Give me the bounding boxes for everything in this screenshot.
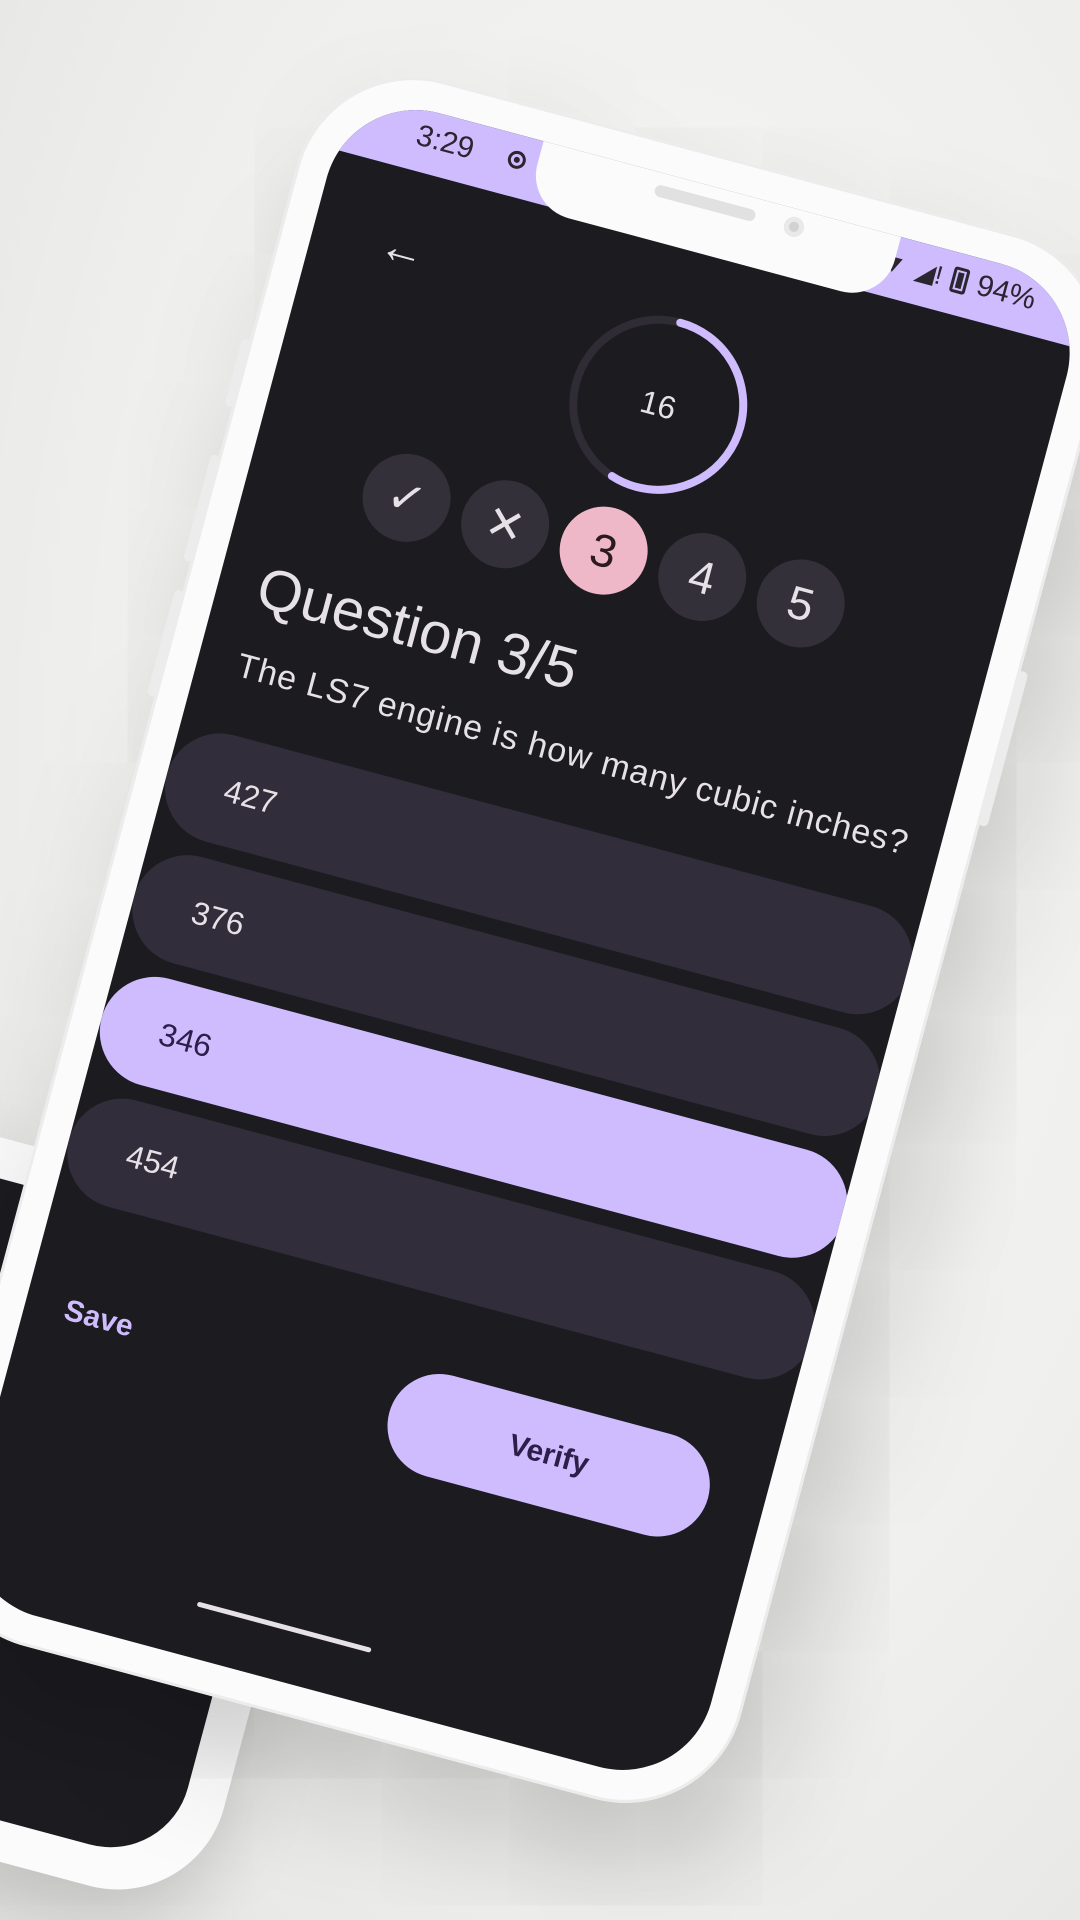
front-camera (781, 214, 807, 240)
check-icon: ✓ (381, 467, 432, 528)
save-button[interactable]: Save (60, 1294, 137, 1345)
timer-value: 16 (636, 382, 681, 427)
countdown-timer: 16 (542, 288, 775, 521)
home-indicator[interactable] (196, 1601, 372, 1653)
verify-button[interactable]: Verify (375, 1362, 722, 1549)
step-4[interactable]: 4 (648, 523, 757, 631)
battery-charging-icon (948, 265, 971, 296)
status-time: 3:29 (412, 118, 478, 166)
step-5[interactable]: 5 (746, 549, 855, 658)
battery-percent: 94% (972, 268, 1040, 317)
phone: 3:29 ▼ ◢! 94% ← (0, 50, 1080, 1830)
step-1-correct[interactable]: ✓ (352, 443, 461, 552)
step-3-current[interactable]: 3 (549, 496, 658, 605)
step-2-wrong[interactable]: ✕ (451, 470, 560, 579)
signal-icon: ◢! (912, 253, 947, 290)
record-icon (505, 148, 528, 171)
close-icon: ✕ (479, 494, 531, 555)
back-button[interactable]: ← (366, 212, 439, 285)
stage: 3:29 ▼ ◢! 94% ← (0, 0, 1080, 1920)
arrow-left-icon: ← (374, 217, 432, 280)
